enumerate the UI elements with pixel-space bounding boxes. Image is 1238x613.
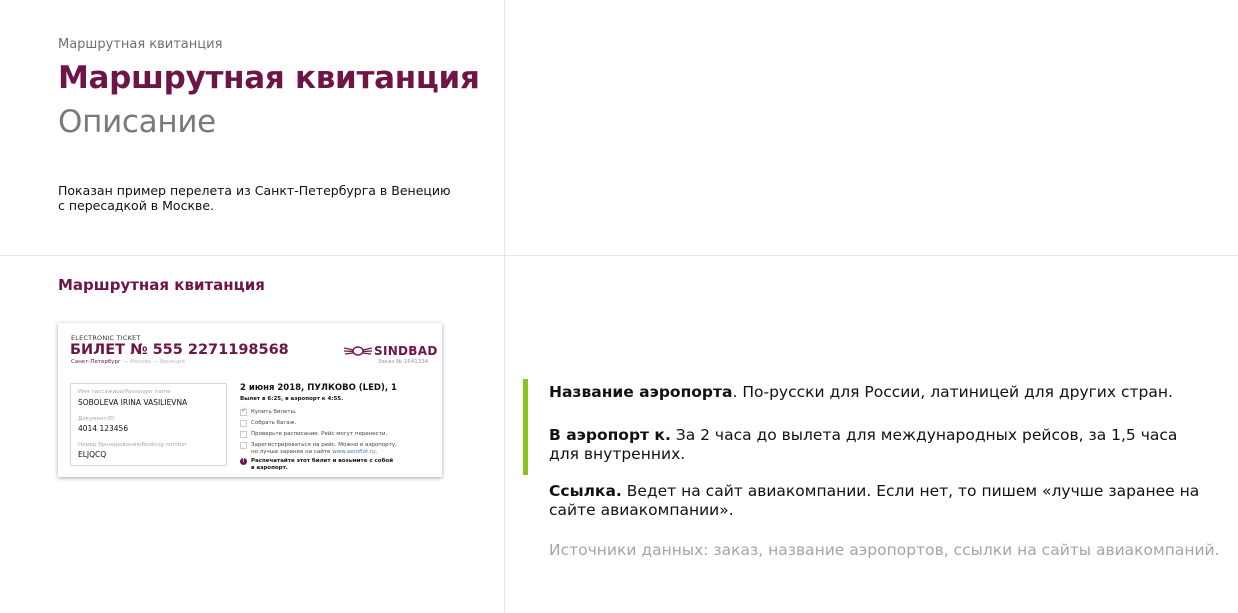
- note-term: В аэропорт к.: [549, 426, 671, 444]
- booking-number: ELJQCQ: [78, 450, 107, 459]
- checkbox-icon: [240, 431, 247, 438]
- flight-info: 2 июня 2018, ПУЛКОВО (LED), 1: [240, 383, 397, 393]
- note-text: . По-русски для России, латиницей для др…: [732, 383, 1173, 401]
- passenger-name: SOBOLEVA IRINA VASILIEVNA: [78, 398, 188, 407]
- checklist-text: Проверьте расписание. Рейс могут перенес…: [251, 431, 388, 437]
- page-description: Показан пример перелета из Санкт-Петербу…: [58, 183, 458, 213]
- page-title: Маршрутная квитанция: [58, 60, 480, 96]
- checkbox-icon: [240, 420, 247, 427]
- warning-line-1: Распечатайте этот билет и возьмите с соб…: [251, 458, 394, 464]
- description-line-2: с пересадкой в Москве.: [58, 198, 215, 213]
- description-line-1: Показан пример перелета из Санкт-Петербу…: [58, 183, 451, 198]
- booking-label: Номер бронирования/Booking number: [78, 442, 187, 448]
- ticket-route: Санкт-Петербург — Москва — Венеция: [71, 359, 185, 365]
- horizontal-divider: [0, 255, 1238, 256]
- note-text: Ведет на сайт авиакомпании. Если нет, то…: [549, 482, 1200, 519]
- checklist-text: Собрать багаж.: [251, 420, 297, 426]
- checkmark-icon: ✓: [241, 406, 247, 414]
- logo-text: SINDBAD: [374, 344, 438, 358]
- checklist-text-line1: Зарегистрироваться на рейс. Можно в аэро…: [251, 442, 397, 448]
- warning-text: Распечатайте этот билет и возьмите с соб…: [251, 458, 411, 472]
- document-number: 4014 123456: [78, 424, 129, 433]
- note-airport-name: Название аэропорта. По-русски для России…: [549, 383, 1209, 402]
- checklist-text: Купить билеты.: [251, 409, 297, 415]
- data-sources: Источники данных: заказ, название аэропо…: [549, 541, 1220, 559]
- section-title: Маршрутная квитанция: [58, 276, 265, 294]
- warning-line-2: в аэропорт.: [251, 465, 288, 471]
- note-arrival-time: В аэропорт к. За 2 часа до вылета для ме…: [549, 426, 1209, 464]
- vertical-divider: [504, 0, 505, 613]
- breadcrumb: Маршрутная квитанция: [58, 37, 223, 52]
- ticket-number: БИЛЕТ № 555 2271198568: [70, 342, 289, 358]
- passenger-box: Имя пассажира/Passenger name SOBOLEVA IR…: [70, 383, 227, 466]
- route-rest: — Москва — Венеция: [120, 359, 185, 365]
- warning-icon: !: [240, 458, 247, 465]
- order-number: Заказ № 1641334: [378, 359, 429, 365]
- document-label: Документ/ID: [78, 416, 115, 422]
- checklist-text: Зарегистрироваться на рейс. Можно в аэро…: [251, 442, 416, 456]
- checklist-text-line2: но лучше заранее на сайте: [251, 449, 333, 455]
- accent-bar: [523, 379, 528, 475]
- sindbad-logo: SINDBAD: [344, 342, 437, 360]
- ticket-label: ELECTRONIC TICKET: [71, 334, 141, 342]
- sindbad-wings-icon: [344, 346, 372, 356]
- passenger-label: Имя пассажира/Passenger name: [78, 389, 171, 395]
- route-from: Санкт-Петербург: [71, 359, 121, 365]
- note-term: Название аэропорта: [549, 383, 733, 401]
- checkbox-icon: [240, 442, 247, 449]
- note-link: Ссылка. Ведет на сайт авиакомпании. Если…: [549, 482, 1209, 520]
- page-subtitle: Описание: [58, 104, 216, 140]
- airline-link[interactable]: www.aeroflot.ru: [332, 449, 375, 455]
- departure-info: Вылет в 6:25, в аэропорт к 4:55.: [240, 396, 344, 402]
- checklist-text-end: .: [375, 449, 378, 455]
- note-term: Ссылка.: [549, 482, 622, 500]
- ticket-preview: ELECTRONIC TICKET БИЛЕТ № 555 2271198568…: [58, 323, 442, 477]
